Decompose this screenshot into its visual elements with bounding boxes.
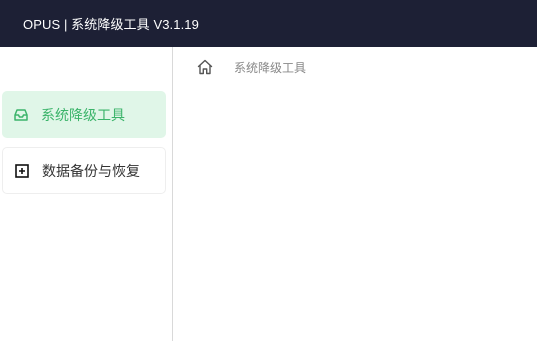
sidebar: 系统降级工具 数据备份与恢复 — [0, 47, 173, 341]
title-bar: OPUS | 系统降级工具 V3.1.19 — [0, 0, 537, 47]
inbox-icon — [13, 107, 29, 123]
sidebar-item-label: 系统降级工具 — [41, 106, 125, 123]
sidebar-item-backup-restore[interactable]: 数据备份与恢复 — [2, 147, 166, 194]
plus-square-icon — [14, 163, 30, 179]
window-title: OPUS | 系统降级工具 V3.1.19 — [23, 17, 199, 32]
sidebar-item-label: 数据备份与恢复 — [42, 162, 140, 179]
breadcrumb-current: 系统降级工具 — [234, 60, 307, 75]
home-icon[interactable] — [196, 58, 214, 76]
sidebar-item-downgrade-tool[interactable]: 系统降级工具 — [2, 91, 166, 138]
breadcrumb: 系统降级工具 — [196, 58, 306, 76]
